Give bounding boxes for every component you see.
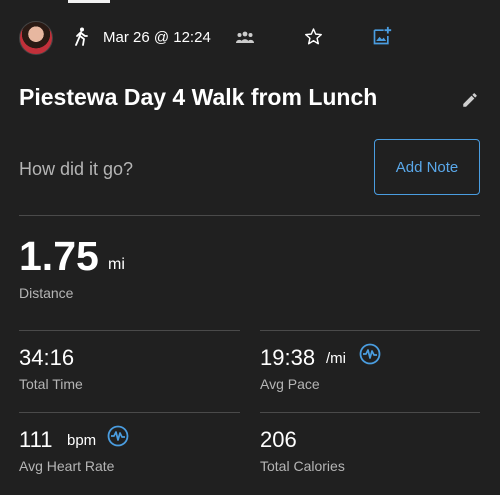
avg-heart-rate-value: 111: [19, 427, 53, 452]
divider: [260, 330, 480, 331]
add-photo-icon[interactable]: [372, 26, 392, 46]
pencil-icon[interactable]: [461, 91, 479, 109]
total-time-label: Total Time: [19, 376, 83, 392]
avg-pace-unit: /mi: [326, 350, 346, 367]
distance-value: 1.75: [19, 233, 99, 279]
avatar[interactable]: [19, 21, 53, 55]
total-calories-label: Total Calories: [260, 458, 345, 474]
activity-title: Piestewa Day 4 Walk from Lunch: [19, 84, 378, 110]
divider: [19, 412, 240, 413]
avg-heart-rate-label: Avg Heart Rate: [19, 458, 115, 474]
activity-header: Mar 26 @ 12:24: [0, 0, 500, 72]
avg-pace-label: Avg Pace: [260, 376, 320, 392]
divider: [260, 412, 480, 413]
group-icon[interactable]: [236, 30, 254, 44]
note-prompt: How did it go?: [19, 159, 134, 179]
distance-unit: mi: [108, 256, 125, 273]
avg-pace-value: 19:38: [260, 345, 316, 370]
divider: [19, 330, 240, 331]
total-calories-value: 206: [260, 427, 297, 452]
heart-rate-chart-icon[interactable]: [359, 343, 381, 365]
heart-rate-chart-icon[interactable]: [107, 425, 129, 447]
walk-icon: [73, 27, 91, 47]
distance-label: Distance: [19, 285, 74, 301]
star-icon[interactable]: [304, 27, 323, 46]
add-note-button[interactable]: Add Note: [374, 139, 480, 195]
avg-heart-rate-unit: bpm: [67, 432, 97, 449]
divider: [19, 215, 480, 216]
total-time-value: 34:16: [19, 345, 75, 370]
activity-date: Mar 26 @ 12:24: [103, 29, 211, 46]
